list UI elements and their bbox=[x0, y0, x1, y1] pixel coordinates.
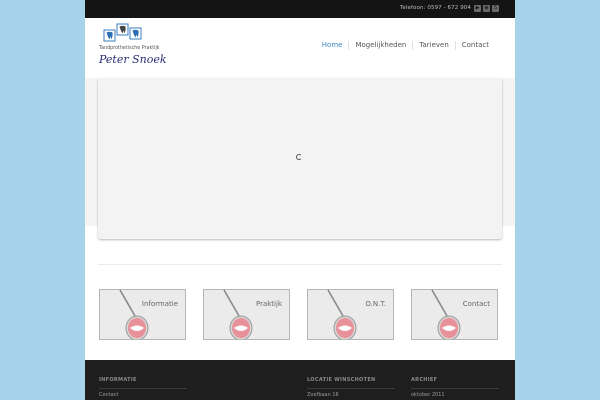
footer-rule bbox=[307, 388, 395, 389]
loading-spinner-icon bbox=[296, 154, 302, 160]
dental-mirror-icon bbox=[431, 290, 461, 339]
footer-heading: LOCATIE WINSCHOTEN bbox=[307, 377, 376, 383]
footer: INFORMATIE Contact LOCATIE WINSCHOTEN Zo… bbox=[85, 360, 515, 400]
footer-archive-link[interactable]: oktober 2011 bbox=[411, 392, 499, 398]
logo-name: Peter Snoek bbox=[99, 53, 167, 66]
nav-item-tarieven[interactable]: Tarieven bbox=[412, 41, 454, 50]
tile-label: Praktijk bbox=[255, 300, 282, 308]
dental-mirror-icon bbox=[327, 290, 357, 339]
page: Telefoon: 0597 - 672 904 ▶ ◉ S Tandproth… bbox=[85, 0, 515, 400]
footer-link-contact[interactable]: Contact bbox=[99, 392, 187, 398]
tile-label: Informatie bbox=[141, 300, 178, 308]
footer-column-informatie: INFORMATIE Contact bbox=[99, 377, 187, 398]
social-links: ▶ ◉ S bbox=[474, 5, 499, 12]
logo-subtitle: Tandprothetische Praktijk bbox=[99, 46, 160, 51]
nav-item-contact[interactable]: Contact bbox=[454, 41, 495, 50]
divider bbox=[98, 264, 502, 265]
teeth-logo-icon bbox=[103, 23, 142, 42]
footer-rule bbox=[411, 388, 499, 389]
tile-ont[interactable]: O.N.T. bbox=[307, 289, 394, 340]
tile-praktijk[interactable]: Praktijk bbox=[203, 289, 290, 340]
nav-item-mogelijkheden[interactable]: Mogelijkheden bbox=[348, 41, 412, 50]
tile-label: O.N.T. bbox=[365, 300, 386, 308]
tile-contact[interactable]: Contact bbox=[411, 289, 498, 340]
footer-address: Zoefbaan 16 bbox=[307, 392, 339, 398]
nav-item-home[interactable]: Home bbox=[316, 41, 349, 50]
footer-heading: INFORMATIE bbox=[99, 377, 137, 383]
dental-mirror-icon bbox=[223, 290, 253, 339]
main-nav: Home Mogelijkheden Tarieven Contact bbox=[316, 41, 495, 50]
rss-icon[interactable]: ◉ bbox=[483, 5, 490, 12]
footer-rule bbox=[99, 388, 187, 389]
tile-informatie[interactable]: Informatie bbox=[99, 289, 186, 340]
youtube-icon[interactable]: ▶ bbox=[474, 5, 481, 12]
footer-column-archief: ARCHIEF oktober 2011 bbox=[411, 377, 499, 398]
dental-mirror-icon bbox=[119, 290, 149, 339]
footer-column-locatie: LOCATIE WINSCHOTEN Zoefbaan 16 bbox=[307, 377, 395, 398]
phone-number: Telefoon: 0597 - 672 904 bbox=[399, 5, 471, 11]
logo[interactable]: Tandprothetische Praktijk Peter Snoek bbox=[99, 23, 179, 71]
tile-label: Contact bbox=[462, 300, 490, 308]
skype-icon[interactable]: S bbox=[492, 5, 499, 12]
top-bar: Telefoon: 0597 - 672 904 ▶ ◉ S bbox=[85, 0, 515, 18]
footer-heading: ARCHIEF bbox=[411, 377, 438, 383]
